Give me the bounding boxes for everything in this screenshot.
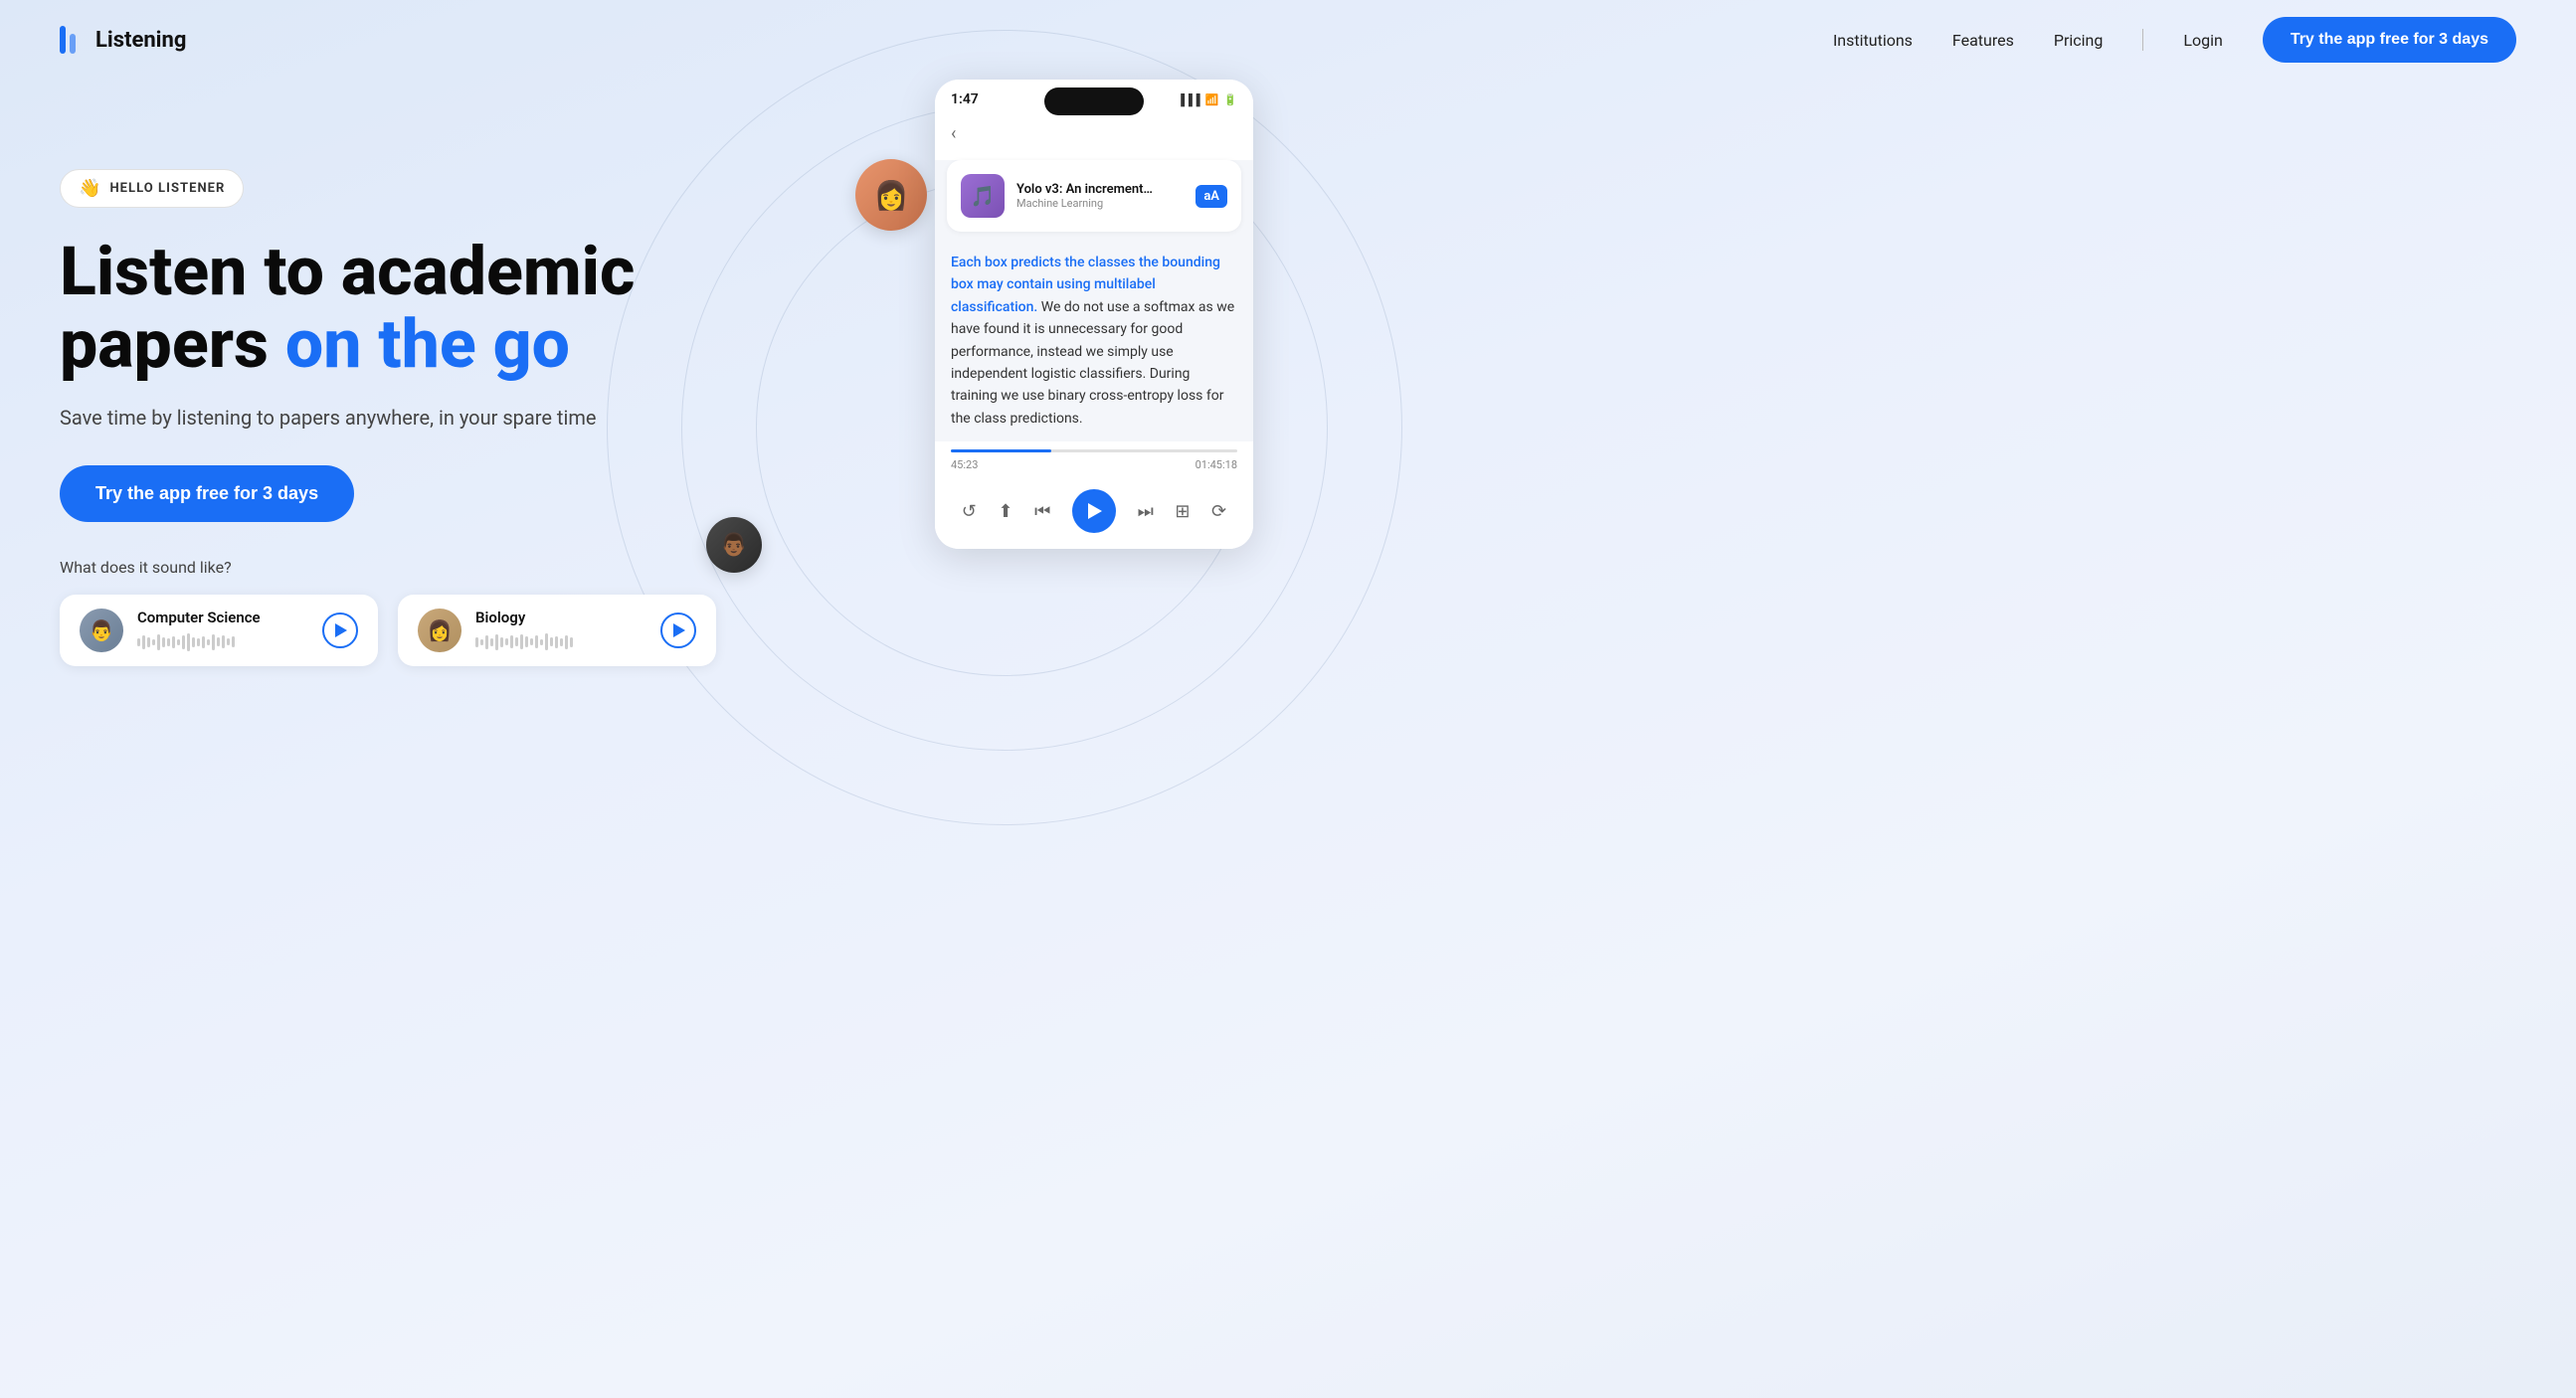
audio-info-cs: Computer Science bbox=[137, 609, 308, 652]
phone-share-button[interactable]: ⬆ bbox=[998, 501, 1012, 522]
audio-avatar-bio: 👩 bbox=[418, 609, 461, 652]
logo-text: Listening bbox=[95, 28, 186, 53]
paper-aa-button[interactable]: aA bbox=[1196, 185, 1227, 208]
paper-text-body: Each box predicts the classes the boundi… bbox=[935, 240, 1253, 441]
play-icon-bio bbox=[673, 623, 685, 637]
phone-controls: ↺ ⬆ ⏮ ⏭ ⊞ ⟳ bbox=[935, 479, 1253, 549]
progress-fill bbox=[951, 449, 1051, 452]
nav-divider bbox=[2142, 29, 2143, 51]
paper-title: Yolo v3: An incremental im... bbox=[1016, 182, 1156, 197]
progress-end: 01:45:18 bbox=[1196, 458, 1237, 471]
progress-track bbox=[951, 449, 1237, 452]
audio-card-cs: 👨 Computer Science bbox=[60, 595, 378, 666]
hero-right: 👩 👨 👨🏾 1:47 ▐▐▐ 📶 🔋 bbox=[736, 139, 2516, 835]
logo[interactable]: Listening bbox=[60, 26, 186, 54]
nav-link-features[interactable]: Features bbox=[1952, 31, 2014, 50]
nav-cta-button[interactable]: Try the app free for 3 days bbox=[2263, 17, 2516, 63]
phone-mockup: 1:47 ▐▐▐ 📶 🔋 ‹ 🎵 bbox=[935, 80, 1253, 549]
audio-play-bio[interactable] bbox=[660, 612, 696, 648]
signal-icon: ▐▐▐ bbox=[1177, 93, 1199, 106]
progress-start: 45:23 bbox=[951, 458, 978, 471]
progress-times: 45:23 01:45:18 bbox=[951, 458, 1237, 471]
audio-avatar-cs: 👨 bbox=[80, 609, 123, 652]
floating-avatar-1: 👩 bbox=[855, 159, 927, 231]
hero-title-line2-accent: on the go bbox=[285, 304, 570, 384]
audio-waveform-bio bbox=[475, 632, 646, 652]
phone-progress: 45:23 01:45:18 bbox=[935, 441, 1253, 479]
hero-left: 👋 HELLO LISTENER Listen to academic pape… bbox=[60, 139, 736, 666]
nav-link-pricing[interactable]: Pricing bbox=[2054, 31, 2104, 50]
audio-label-bio: Biology bbox=[475, 609, 646, 626]
phone-notch bbox=[1044, 87, 1144, 115]
phone-time: 1:47 bbox=[951, 91, 979, 107]
hello-badge-text: HELLO LISTENER bbox=[109, 181, 225, 196]
paper-text-normal: We do not use a softmax as we have found… bbox=[951, 299, 1234, 427]
navbar: Listening Institutions Features Pricing … bbox=[0, 0, 2576, 80]
avatar-cs-face: 👨 bbox=[80, 609, 123, 652]
hero-title: Listen to academic papers on the go bbox=[60, 236, 736, 382]
battery-icon: 🔋 bbox=[1223, 93, 1237, 106]
avatar-bio-face: 👩 bbox=[418, 609, 461, 652]
phone-layout-button[interactable]: ⊞ bbox=[1175, 501, 1190, 522]
phone-prev-button[interactable]: ⏮ bbox=[1034, 501, 1050, 522]
nav-links: Institutions Features Pricing Login Try … bbox=[1833, 17, 2516, 63]
audio-waveform-cs bbox=[137, 632, 308, 652]
phone-loop-button[interactable]: ↺ bbox=[962, 501, 977, 522]
nav-link-login[interactable]: Login bbox=[2183, 31, 2222, 50]
hero-section: 👋 HELLO LISTENER Listen to academic pape… bbox=[0, 80, 2576, 835]
play-icon-cs bbox=[335, 623, 347, 637]
audio-play-cs[interactable] bbox=[322, 612, 358, 648]
phone-settings-button[interactable]: ⟳ bbox=[1211, 501, 1226, 522]
audio-card-bio: 👩 Biology bbox=[398, 595, 716, 666]
audio-label-cs: Computer Science bbox=[137, 609, 308, 626]
what-sounds-label: What does it sound like? bbox=[60, 558, 736, 577]
paper-card: 🎵 Yolo v3: An incremental im... Machine … bbox=[947, 160, 1241, 232]
hero-cta-button[interactable]: Try the app free for 3 days bbox=[60, 465, 354, 522]
circles-decoration: 👩 👨 👨🏾 1:47 ▐▐▐ 📶 🔋 bbox=[656, 80, 1353, 776]
hero-title-line2-normal: papers bbox=[60, 304, 285, 384]
wifi-icon: 📶 bbox=[1205, 93, 1219, 106]
hero-subtitle: Save time by listening to papers anywher… bbox=[60, 406, 617, 430]
audio-info-bio: Biology bbox=[475, 609, 646, 652]
phone-play-button[interactable] bbox=[1072, 489, 1116, 533]
phone-next-button[interactable]: ⏭ bbox=[1138, 501, 1154, 522]
audio-cards: 👨 Computer Science bbox=[60, 595, 736, 666]
phone-status-icons: ▐▐▐ 📶 🔋 bbox=[1177, 93, 1237, 106]
logo-icon bbox=[60, 26, 88, 54]
hello-wave-emoji: 👋 bbox=[79, 178, 101, 199]
paper-info: Yolo v3: An incremental im... Machine Le… bbox=[1016, 182, 1184, 210]
phone-content: 🎵 Yolo v3: An incremental im... Machine … bbox=[935, 160, 1253, 441]
nav-link-institutions[interactable]: Institutions bbox=[1833, 31, 1913, 50]
phone-back-button[interactable]: ‹ bbox=[935, 115, 1253, 152]
paper-icon-emoji: 🎵 bbox=[971, 184, 996, 208]
paper-category: Machine Learning bbox=[1016, 197, 1184, 210]
hello-badge: 👋 HELLO LISTENER bbox=[60, 169, 244, 208]
phone-status-bar: 1:47 ▐▐▐ 📶 🔋 bbox=[935, 80, 1253, 115]
paper-icon: 🎵 bbox=[961, 174, 1005, 218]
play-icon-main bbox=[1088, 503, 1102, 519]
hero-title-line1: Listen to academic bbox=[60, 232, 635, 311]
